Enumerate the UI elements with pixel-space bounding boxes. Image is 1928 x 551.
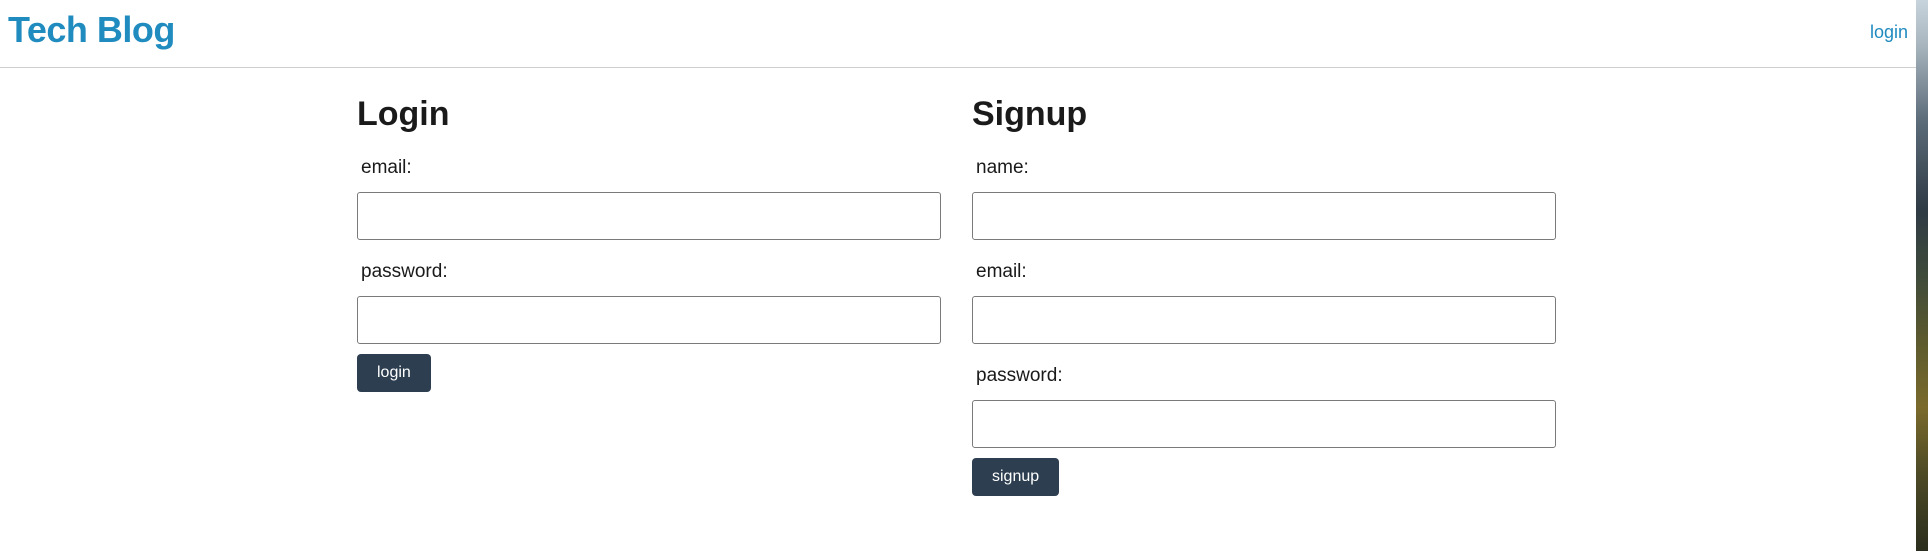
login-email-label: email: [361, 157, 412, 178]
background-photo-strip [1916, 0, 1928, 551]
site-brand-link[interactable]: Tech Blog [8, 6, 175, 54]
signup-name-input[interactable] [972, 192, 1556, 240]
login-title: Login [357, 95, 450, 133]
signup-name-label: name: [976, 157, 1029, 178]
signup-button[interactable]: signup [972, 458, 1060, 496]
nav-login-link[interactable]: login [1870, 20, 1908, 44]
login-button[interactable]: login [357, 354, 431, 392]
signup-title: Signup [972, 95, 1088, 133]
signup-email-label: email: [976, 261, 1027, 282]
login-password-input[interactable] [357, 296, 941, 344]
signup-email-input[interactable] [972, 296, 1556, 344]
page: Tech Blog login Login email: password: l… [0, 0, 1928, 551]
login-email-input[interactable] [357, 192, 941, 240]
site-header: Tech Blog login [0, 0, 1916, 68]
signup-password-input[interactable] [972, 400, 1556, 448]
login-password-label: password: [361, 261, 448, 282]
signup-password-label: password: [976, 365, 1063, 386]
